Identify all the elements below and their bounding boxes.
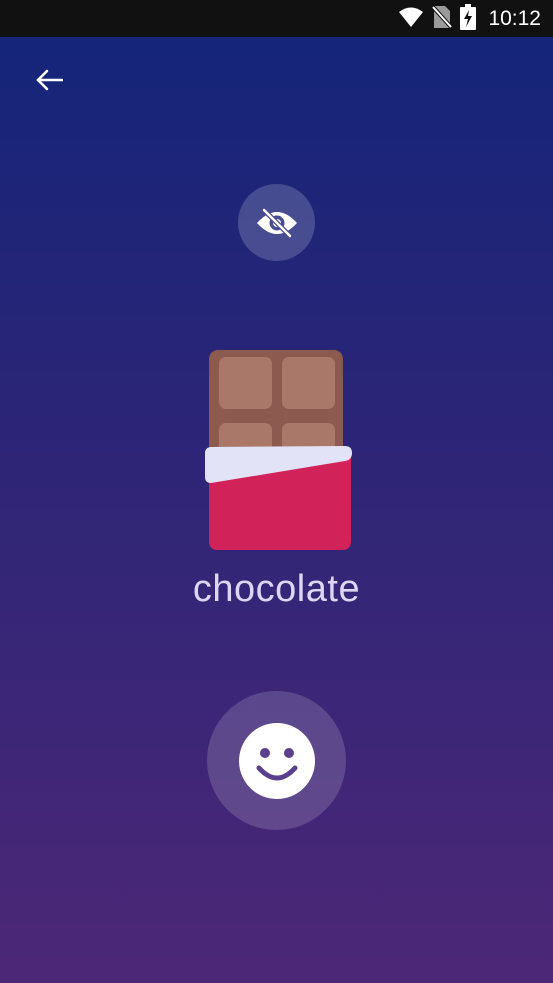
status-icons: 10:12 (398, 3, 541, 35)
visibility-toggle-button[interactable] (238, 184, 315, 261)
status-bar: 10:12 (0, 0, 553, 37)
chocolate-bar-icon (197, 345, 357, 555)
wifi-icon (398, 6, 424, 33)
word-label: chocolate (192, 568, 361, 610)
battery-charging-icon (460, 3, 477, 35)
no-sim-icon (431, 5, 453, 34)
smiley-face-icon (238, 722, 315, 799)
back-button[interactable] (25, 58, 73, 102)
status-time: 10:12 (488, 7, 541, 30)
smiley-button[interactable] (207, 691, 346, 830)
arrow-left-icon (36, 69, 63, 91)
eye-off-icon (256, 207, 297, 238)
